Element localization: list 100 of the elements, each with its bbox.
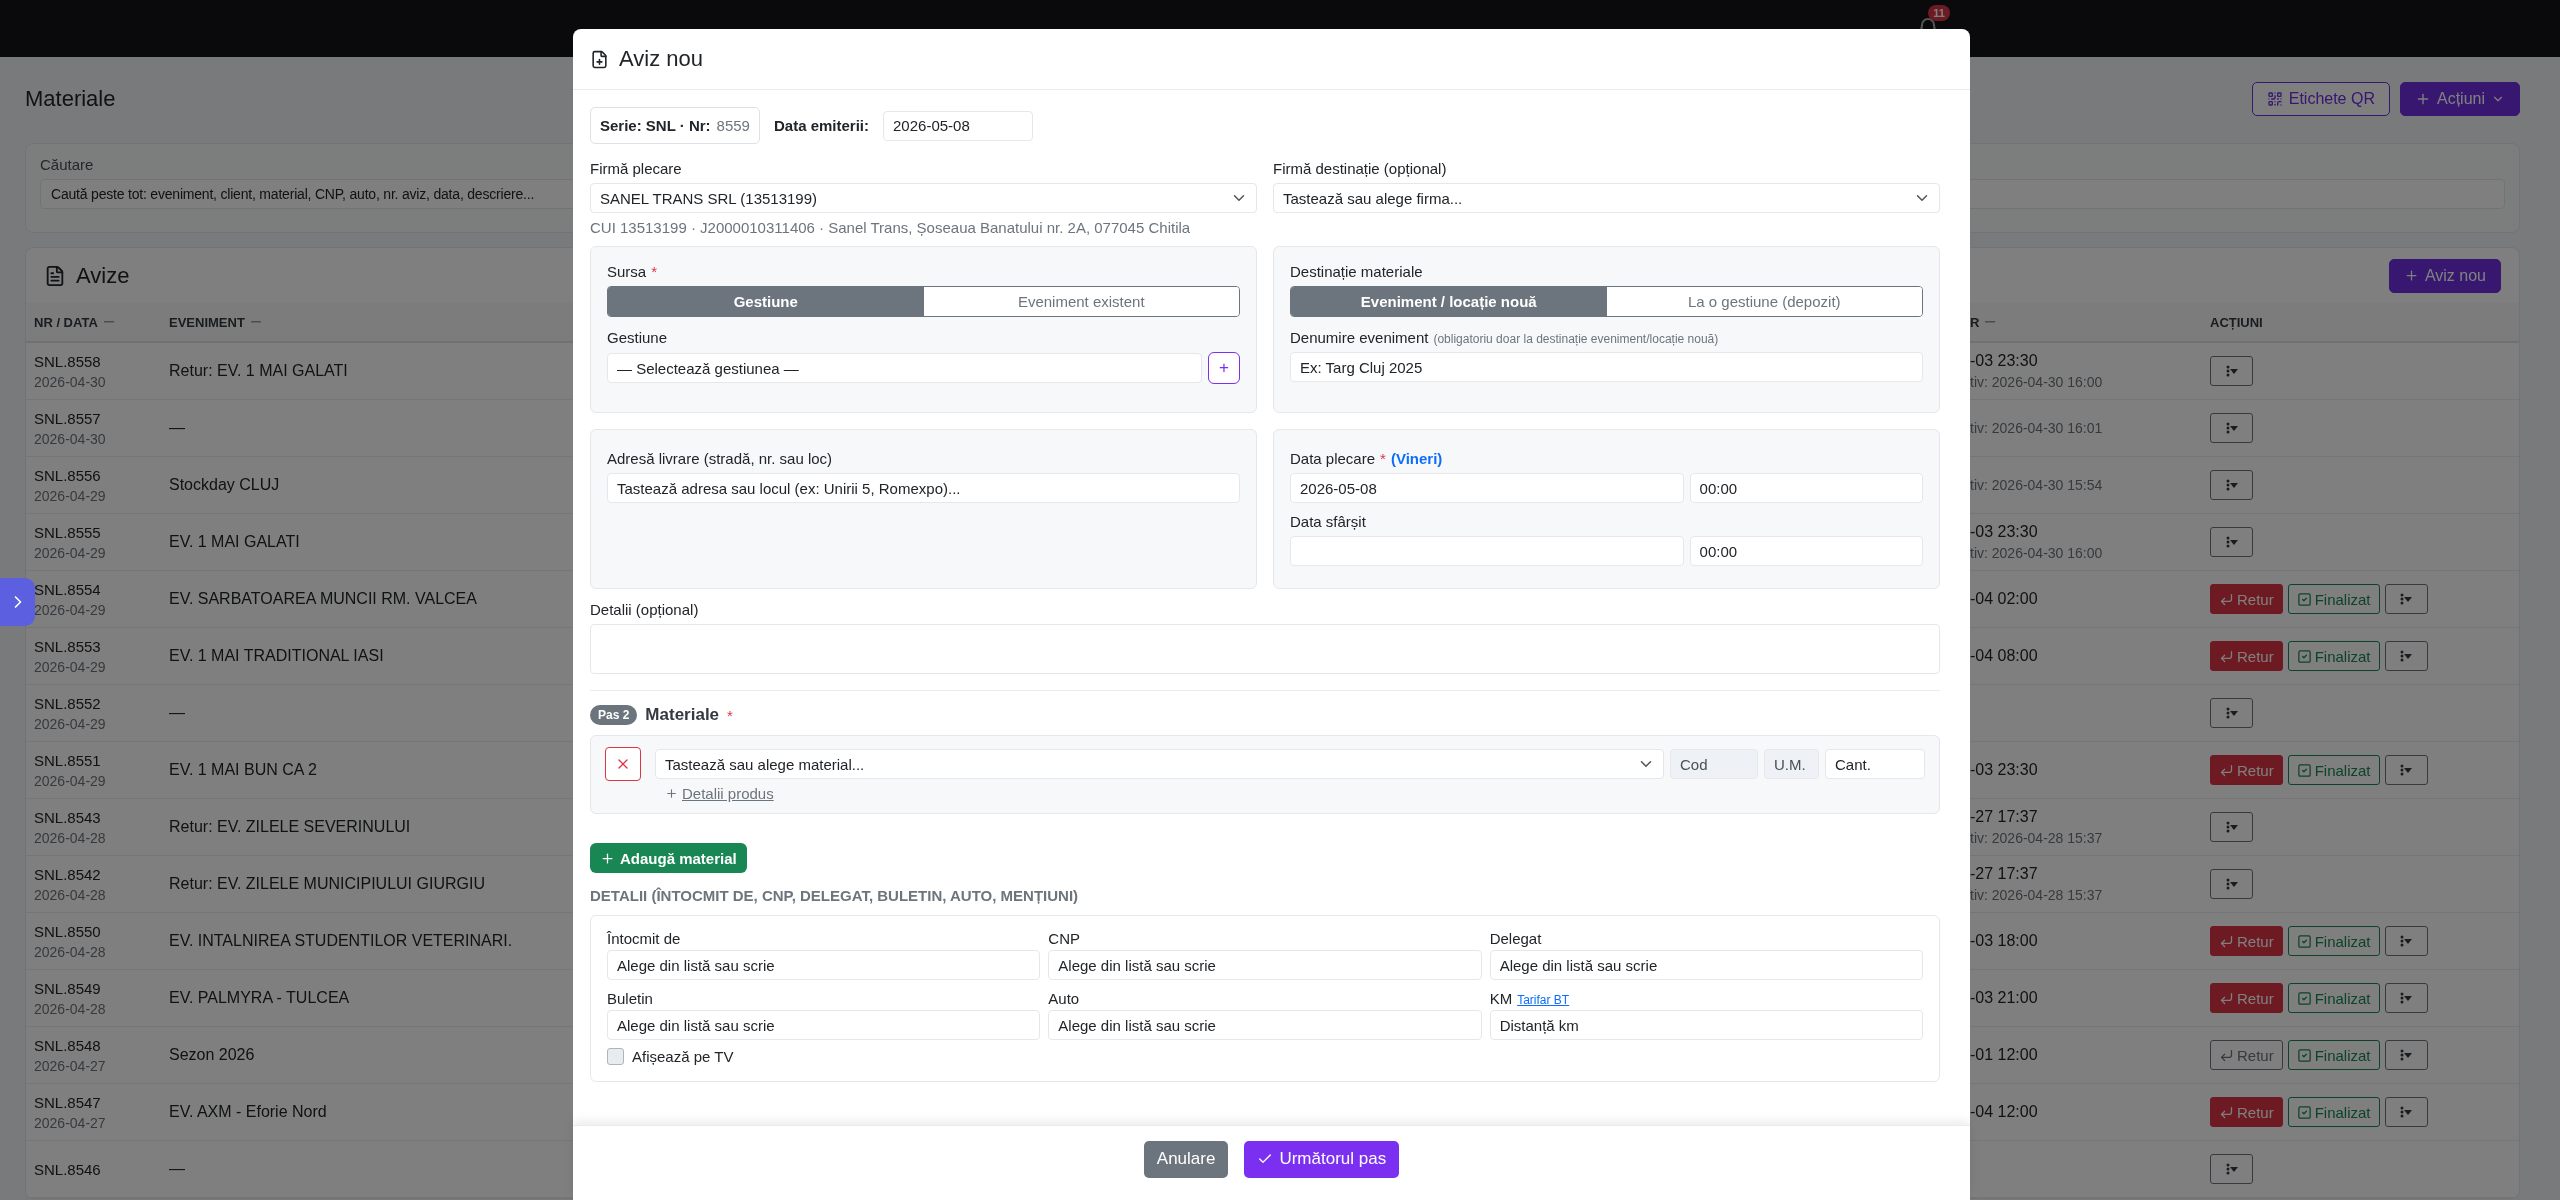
- column-header[interactable]: R: [1970, 314, 1980, 330]
- table-cell: 2026-04-30: [34, 373, 106, 390]
- text-field[interactable]: Alege din listă sau scrie: [1048, 1010, 1482, 1040]
- return-button[interactable]: Retur: [2210, 1097, 2283, 1127]
- row-menu-button[interactable]: [2384, 1097, 2428, 1127]
- table-cell: EV. 1 MAI GALATI: [169, 533, 300, 551]
- code-field[interactable]: Cod: [1670, 749, 1758, 779]
- row-menu-button[interactable]: [2384, 1040, 2428, 1070]
- cancel-button[interactable]: Anulare: [1143, 1140, 1229, 1178]
- tariff-link[interactable]: Tarifar BT: [1517, 993, 1570, 1007]
- firm-select[interactable]: Tastează sau alege firma...: [1273, 183, 1940, 213]
- caret-icon: [2229, 881, 2238, 887]
- return-button[interactable]: Retur: [2210, 584, 2283, 614]
- field-label: Data plecare: [1290, 450, 1376, 467]
- text-field[interactable]: Alege din listă sau scrie: [607, 1010, 1041, 1040]
- quantity-field[interactable]: Cant.: [1825, 749, 1925, 779]
- text-field[interactable]: Distanță km: [1489, 1010, 1923, 1040]
- table-cell: Retur: EV. ZILELE SEVERINULUI: [169, 818, 411, 836]
- finalize-button[interactable]: Finalizat: [2287, 755, 2380, 785]
- field-hint: (obligatoriu doar la destinație eveniment/locație nouă): [1433, 332, 1719, 346]
- finalize-button[interactable]: Finalizat: [2287, 1040, 2380, 1070]
- return-button[interactable]: Retur: [2210, 1040, 2283, 1070]
- section-heading: DETALII (ÎNTOCMIT DE, CNP, DELEGAT, BULETIN, AUTO, MENȚIUNI): [590, 887, 1080, 904]
- table-cell: tiv: 2026-04-28 15:37: [1970, 830, 2103, 846]
- section-title: Materiale: [645, 705, 720, 725]
- table-cell: -03 23:30: [1970, 761, 2038, 779]
- text-field[interactable]: Alege din listă sau scrie: [1489, 950, 1923, 980]
- row-menu-button[interactable]: [2384, 584, 2428, 614]
- finalize-button[interactable]: Finalizat: [2287, 983, 2380, 1013]
- row-menu-button[interactable]: [2210, 470, 2253, 500]
- qr-labels-button[interactable]: Etichete QR: [2251, 82, 2390, 116]
- table-cell: -27 17:37: [1970, 865, 2038, 883]
- address-field[interactable]: Tastează adresa sau locul (ex: Unirii 5, Romexpo)...: [607, 473, 1240, 503]
- unit-field[interactable]: U.M.: [1764, 749, 1819, 779]
- segment-tab[interactable]: Eveniment / locație nouă: [1291, 287, 1607, 316]
- return-button[interactable]: Retur: [2210, 926, 2283, 956]
- time-field[interactable]: 00:00: [1689, 536, 1923, 566]
- column-header[interactable]: NR / DATA: [34, 314, 98, 330]
- column-header[interactable]: ACȚIUNI: [2210, 314, 2263, 330]
- firm-info: CUI 13513199 · J2000010311406 · Sanel Trans, Șoseaua Banatului nr. 2A, 077045 Chitila: [590, 219, 1192, 236]
- event-name-field[interactable]: Ex: Targ Cluj 2025: [1290, 352, 1923, 382]
- table-cell: tiv: 2026-04-28 15:37: [1970, 887, 2103, 903]
- remove-button[interactable]: [605, 747, 641, 781]
- finalize-button[interactable]: Finalizat: [2287, 926, 2380, 956]
- finalize-button[interactable]: Finalizat: [2287, 641, 2380, 671]
- text-field[interactable]: Alege din listă sau scrie: [607, 950, 1041, 980]
- text-field[interactable]: Alege din listă sau scrie: [1048, 950, 1482, 980]
- segment-tab[interactable]: Gestiune: [608, 287, 924, 316]
- material-select[interactable]: Tastează sau alege material...: [655, 749, 1664, 779]
- checkbox[interactable]: [607, 1048, 624, 1065]
- row-menu-button[interactable]: [2384, 755, 2428, 785]
- firm-select[interactable]: SANEL TRANS SRL (13513199): [590, 183, 1257, 213]
- row-menu-button[interactable]: [2384, 983, 2428, 1013]
- details-field[interactable]: [590, 624, 1940, 674]
- actions-button[interactable]: Acțiuni: [2399, 82, 2520, 116]
- required-mark: *: [651, 263, 658, 280]
- row-menu-button[interactable]: [2210, 812, 2253, 842]
- table-cell: tiv: 2026-04-30 16:00: [1970, 545, 2103, 561]
- add-material-button[interactable]: Adaugă material: [590, 843, 747, 873]
- table-cell: 2026-04-29: [34, 601, 106, 618]
- return-button[interactable]: Retur: [2210, 983, 2283, 1013]
- table-cell: EV. AXM - Eforie Nord: [169, 1103, 327, 1121]
- table-cell: SNL.8553: [34, 637, 101, 655]
- finalize-button[interactable]: Finalizat: [2287, 584, 2380, 614]
- table-cell: SNL.8556: [34, 466, 101, 484]
- caret-icon: [2229, 710, 2238, 716]
- row-menu-button[interactable]: [2384, 926, 2428, 956]
- table-cell: 2026-04-28: [34, 1000, 106, 1017]
- column-header[interactable]: EVENIMENT: [169, 314, 245, 330]
- field-label: Auto: [1048, 990, 1080, 1007]
- date-field[interactable]: [1290, 536, 1684, 566]
- sidebar-toggle[interactable]: [0, 578, 35, 626]
- row-menu-button[interactable]: [2210, 869, 2253, 899]
- segment-tab[interactable]: Eveniment existent: [923, 287, 1239, 316]
- issue-date-field[interactable]: 2026-05-08: [883, 110, 1033, 141]
- caret-icon: [2229, 824, 2238, 830]
- row-menu-button[interactable]: [2210, 1154, 2253, 1184]
- table-cell: 2026-04-29: [34, 715, 106, 732]
- plus-icon: [2403, 268, 2419, 283]
- return-button[interactable]: Retur: [2210, 641, 2283, 671]
- stock-select[interactable]: — Selectează gestiunea —: [607, 353, 1202, 383]
- time-field[interactable]: 00:00: [1689, 473, 1923, 503]
- new-aviz-button[interactable]: Aviz nou: [2388, 258, 2501, 293]
- return-icon: [2219, 1104, 2234, 1120]
- segment-tab[interactable]: La o gestiune (depozit): [1606, 287, 1922, 316]
- add-stock-button[interactable]: +: [1208, 352, 1240, 384]
- finalize-button[interactable]: Finalizat: [2287, 1097, 2380, 1127]
- row-menu-button[interactable]: [2210, 698, 2253, 728]
- return-button[interactable]: Retur: [2210, 755, 2283, 785]
- table-cell: -03 21:00: [1970, 989, 2038, 1007]
- next-step-button[interactable]: Următorul pas: [1244, 1140, 1400, 1178]
- table-cell: -01 12:00: [1970, 1046, 2038, 1064]
- row-menu-button[interactable]: [2210, 356, 2253, 386]
- row-menu-button[interactable]: [2384, 641, 2428, 671]
- check-square-icon: [2296, 762, 2312, 778]
- table-cell: tiv: 2026-04-30 15:54: [1970, 477, 2103, 493]
- product-details-link[interactable]: Detalii produs: [665, 785, 774, 802]
- row-menu-button[interactable]: [2210, 527, 2253, 557]
- date-field[interactable]: 2026-05-08: [1290, 473, 1684, 503]
- row-menu-button[interactable]: [2210, 413, 2253, 443]
